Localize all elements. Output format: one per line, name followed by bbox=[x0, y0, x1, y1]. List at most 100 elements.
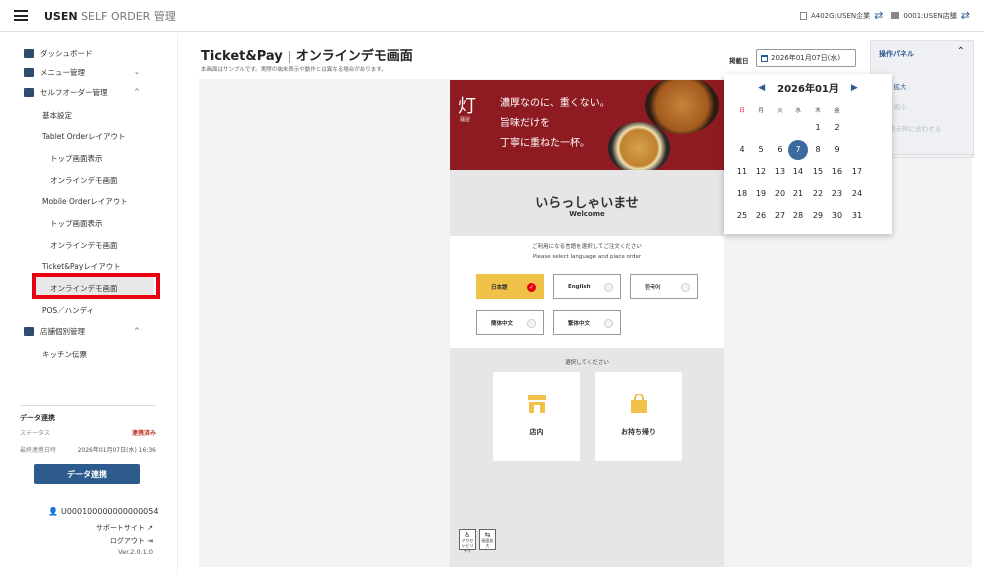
sync-title: データ連携 bbox=[20, 414, 55, 422]
calendar-day[interactable]: 28 bbox=[788, 206, 808, 226]
calendar-header: ◀ 2026年01月 ▶ bbox=[724, 80, 892, 96]
building-icon bbox=[799, 11, 807, 20]
logout-icon: ⇥ bbox=[147, 537, 153, 545]
take-out-button[interactable]: お持ち帰り bbox=[595, 372, 682, 461]
sidebar-item-kitchen[interactable]: キッチン伝票 bbox=[42, 349, 87, 360]
calendar-icon bbox=[761, 54, 768, 62]
calendar-day[interactable]: 31 bbox=[847, 206, 867, 226]
calendar-day[interactable]: 22 bbox=[808, 184, 828, 204]
sidebar-item-basic-settings[interactable]: 基本設定 bbox=[42, 110, 72, 121]
calendar-day[interactable]: 26 bbox=[751, 206, 771, 226]
last-sync-row: 最終連携日時 2026年01月07日(水) 16:36 bbox=[20, 447, 156, 454]
company-selector[interactable]: A402G:USEN企業 ⇄ bbox=[799, 9, 883, 22]
calendar-day[interactable]: 30 bbox=[827, 206, 847, 226]
calendar-day[interactable]: 15 bbox=[808, 162, 828, 182]
tablet-icon bbox=[24, 87, 34, 97]
logout-link[interactable]: ログアウト ⇥ bbox=[110, 536, 153, 546]
sidebar-item-ticket-layout[interactable]: Ticket&Payレイアウト bbox=[42, 261, 121, 272]
calendar-weekday: 金 bbox=[834, 108, 840, 114]
screen-zoom-button[interactable]: ⇆ 画面拡大 bbox=[479, 529, 496, 550]
calendar-day[interactable]: 4 bbox=[732, 140, 752, 160]
swap-icon[interactable]: ⇄ bbox=[874, 9, 883, 22]
language-button-zh-s[interactable]: 簡体中文 bbox=[476, 310, 544, 335]
calendar-weekday: 水 bbox=[795, 108, 801, 114]
dashboard-icon bbox=[24, 48, 34, 58]
chevron-down-icon: ⌄ bbox=[134, 68, 140, 76]
shop-logo: 灯 bbox=[458, 96, 476, 117]
calendar-day[interactable]: 17 bbox=[847, 162, 867, 182]
store-icon bbox=[891, 12, 900, 19]
sidebar-item-mobile-layout[interactable]: Mobile Orderレイアウト bbox=[42, 196, 128, 207]
calendar-day[interactable]: 1 bbox=[808, 118, 828, 138]
calendar-day[interactable]: 14 bbox=[788, 162, 808, 182]
sidebar-item-store-mgmt[interactable]: 店舗個別管理 ^ bbox=[0, 321, 178, 341]
shopping-bag-icon bbox=[629, 393, 649, 414]
store-name: 0001:USEN店舗 bbox=[903, 11, 957, 20]
brand-logo: USEN SELF ORDER 管理 bbox=[44, 9, 176, 23]
calendar-month: 2026年01月 bbox=[777, 84, 839, 95]
sidebar-item-tablet-layout[interactable]: Tablet Orderレイアウト bbox=[42, 131, 126, 142]
calendar-day[interactable]: 2 bbox=[827, 118, 847, 138]
store-selector[interactable]: 0001:USEN店舗 ⇄ bbox=[891, 9, 970, 22]
ramen-image bbox=[608, 122, 670, 170]
calendar-day[interactable]: 20 bbox=[770, 184, 790, 204]
chevron-up-icon: ^ bbox=[134, 327, 140, 335]
calendar-day[interactable]: 27 bbox=[770, 206, 790, 226]
language-button-ko[interactable]: 한국어 bbox=[630, 274, 698, 299]
status-badge: 連携済み bbox=[131, 430, 156, 437]
radio-icon bbox=[527, 319, 536, 328]
divider bbox=[20, 405, 156, 406]
calendar-weekday: 火 bbox=[777, 108, 783, 114]
welcome-subtitle: Welcome bbox=[569, 210, 605, 218]
date-label: 掲載日 bbox=[729, 57, 749, 65]
date-field[interactable]: 2026年01月07日(水) bbox=[756, 49, 856, 67]
accessibility-button[interactable]: ♿ アクセシビリティ bbox=[459, 529, 476, 553]
sidebar-item-mobile-demo[interactable]: オンラインデモ画面 bbox=[50, 240, 118, 251]
sidebar-item-tablet-top[interactable]: トップ画面表示 bbox=[50, 153, 103, 164]
sidebar-item-dashboard[interactable]: ダッシュボード bbox=[0, 43, 178, 63]
language-button-ja[interactable]: 日本語 ✓ bbox=[476, 274, 544, 299]
sidebar-item-mobile-top[interactable]: トップ画面表示 bbox=[50, 218, 103, 229]
data-sync-button[interactable]: データ連携 bbox=[34, 464, 140, 484]
calendar-day[interactable]: 18 bbox=[732, 184, 752, 204]
welcome-area: いらっしゃいませ Welcome bbox=[450, 170, 724, 236]
calendar-day[interactable]: 13 bbox=[770, 162, 790, 182]
menu-book-icon bbox=[24, 67, 34, 77]
company-name: A402G:USEN企業 bbox=[810, 11, 871, 20]
language-button-en[interactable]: English bbox=[553, 274, 621, 299]
calendar-day[interactable]: 19 bbox=[751, 184, 771, 204]
page-note: 本画面はサンプルです。実際の端末表示や動作とは異なる場合があります。 bbox=[201, 67, 387, 73]
eat-in-button[interactable]: 店内 bbox=[493, 372, 580, 461]
calendar-day[interactable]: 6 bbox=[770, 140, 790, 160]
calendar-day[interactable]: 9 bbox=[827, 140, 847, 160]
calendar-day[interactable]: 25 bbox=[732, 206, 752, 226]
calendar-day[interactable]: 8 bbox=[808, 140, 828, 160]
welcome-title: いらっしゃいませ bbox=[535, 196, 639, 211]
calendar-day[interactable]: 24 bbox=[847, 184, 867, 204]
sidebar-item-self-order[interactable]: セルフオーダー管理 ^ bbox=[0, 82, 178, 102]
calendar-day[interactable]: 23 bbox=[827, 184, 847, 204]
chevron-up-icon[interactable]: ⌃ bbox=[957, 46, 965, 57]
calendar-day[interactable]: 11 bbox=[732, 162, 752, 182]
sidebar-item-tablet-demo[interactable]: オンラインデモ画面 bbox=[50, 175, 118, 186]
swap-icon[interactable]: ⇄ bbox=[961, 9, 970, 22]
calendar-day[interactable]: 7 bbox=[788, 140, 808, 160]
support-site-link[interactable]: サポートサイト ↗ bbox=[96, 523, 153, 533]
page-header: Ticket&Pay オンラインデモ画面 本画面はサンプルです。実際の端末表示や動… bbox=[199, 39, 972, 79]
language-button-zh-t[interactable]: 繁体中文 bbox=[553, 310, 621, 335]
calendar-day[interactable]: 29 bbox=[808, 206, 828, 226]
prev-month-icon[interactable]: ◀ bbox=[758, 83, 765, 93]
person-icon: 👤 bbox=[48, 507, 58, 516]
sidebar-item-pos[interactable]: POS／ハンディ bbox=[42, 305, 94, 316]
calendar-day[interactable]: 12 bbox=[751, 162, 771, 182]
calendar-day[interactable]: 21 bbox=[788, 184, 808, 204]
sidebar-item-menu[interactable]: メニュー管理 ⌄ bbox=[0, 62, 178, 82]
chevron-up-icon: ^ bbox=[134, 88, 140, 96]
user-id: 👤 U000100000000000054 bbox=[48, 507, 159, 516]
calendar-day[interactable]: 5 bbox=[751, 140, 771, 160]
calendar-day[interactable]: 16 bbox=[827, 162, 847, 182]
hamburger-menu-icon[interactable] bbox=[14, 10, 28, 21]
radio-icon bbox=[604, 283, 613, 292]
next-month-icon[interactable]: ▶ bbox=[851, 83, 858, 93]
external-link-icon: ↗ bbox=[147, 524, 153, 532]
